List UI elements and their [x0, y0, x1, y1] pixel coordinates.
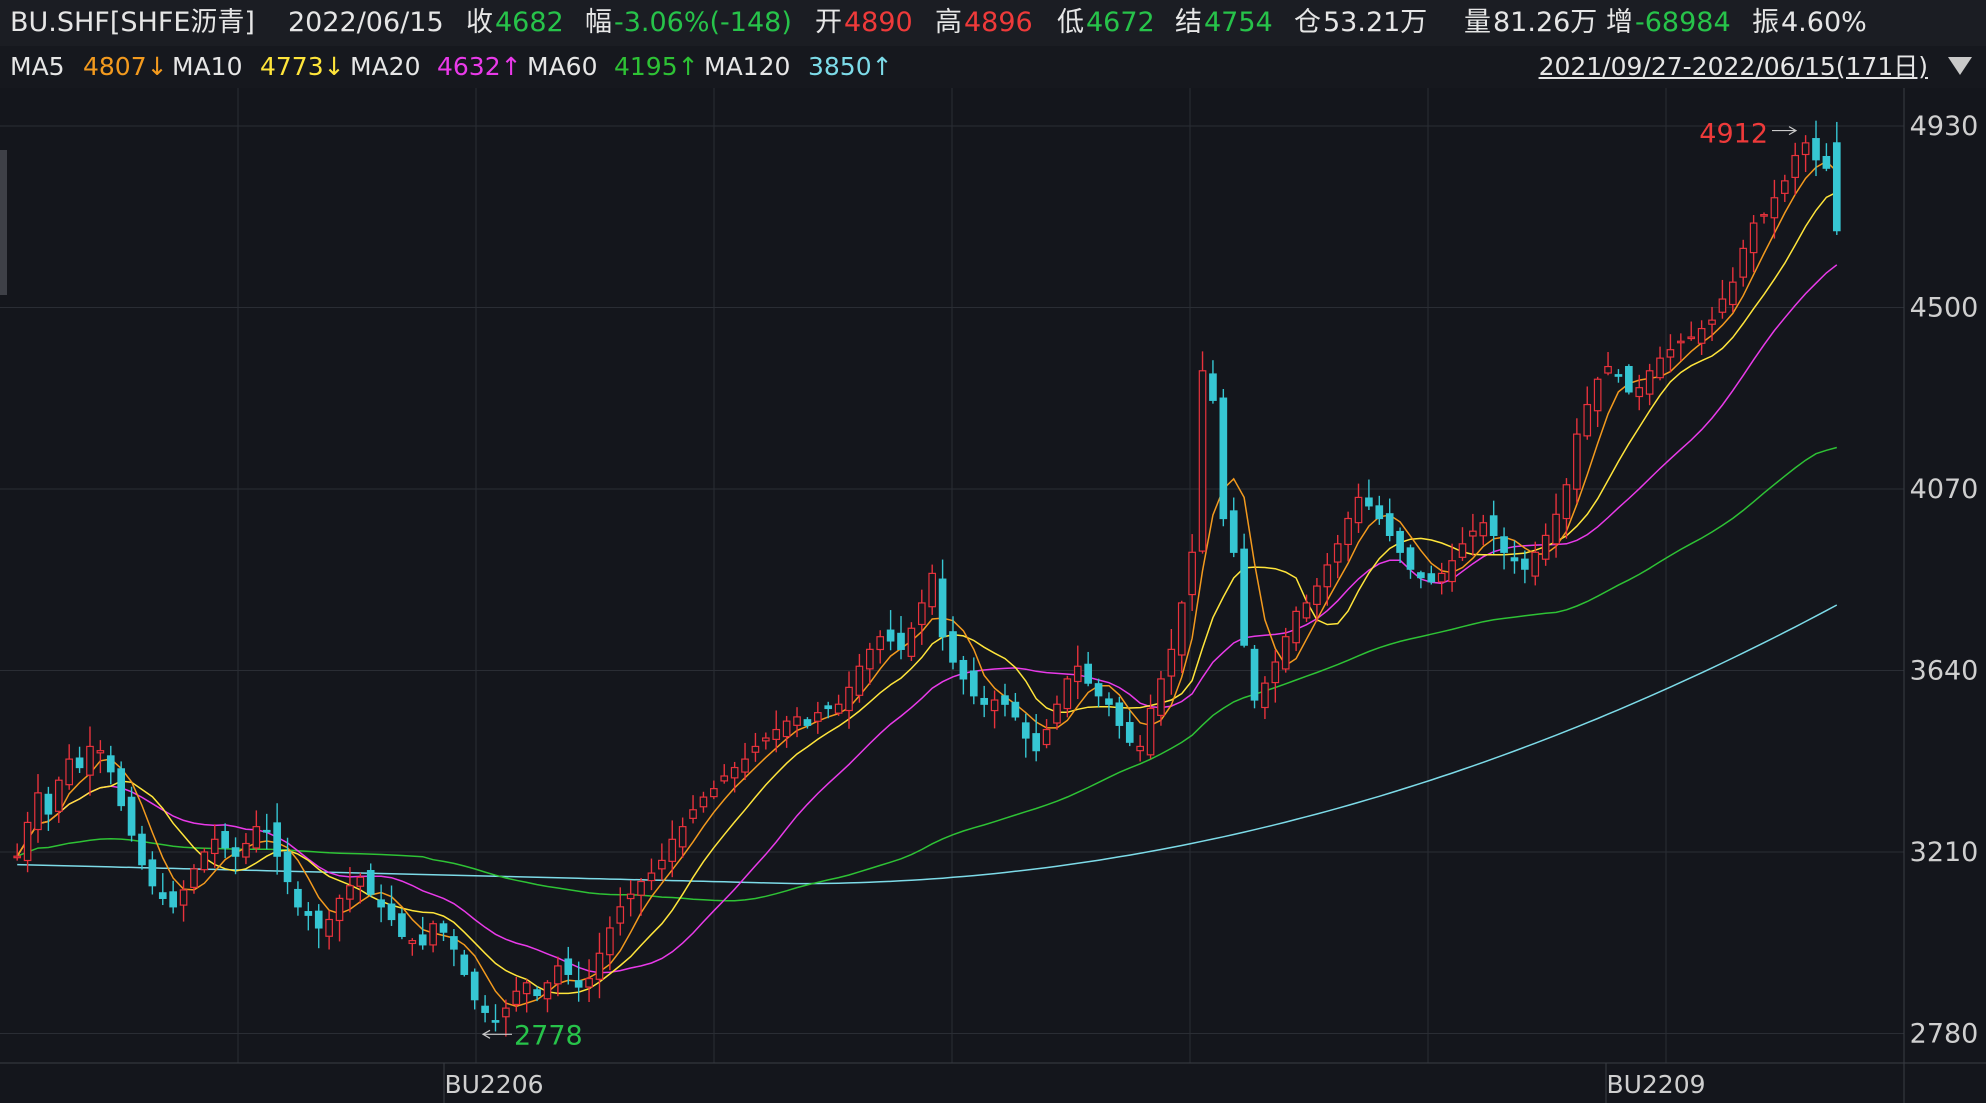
ma20-value: 4632↑ — [437, 52, 522, 81]
quote-date: 2022/06/15 — [288, 7, 444, 38]
position-label: 仓 — [1294, 7, 1321, 38]
ma120-label: MA120 — [704, 52, 791, 81]
ma5-label: MA5 — [10, 52, 65, 81]
increase-label: 增 — [1606, 7, 1633, 38]
ma5-value: 4807↓ — [83, 52, 168, 81]
ma60-value: 4195↑ — [614, 52, 699, 81]
price-tick-label: 3640 — [1910, 655, 1979, 686]
candle — [1219, 388, 1228, 527]
ma60-label: MA60 — [527, 52, 598, 81]
ma10-value: 4773↓ — [260, 52, 345, 81]
contract-label: BU2209 — [1606, 1070, 1705, 1099]
candle — [1240, 533, 1248, 648]
ma20-label: MA20 — [350, 52, 421, 81]
moving-average-bar: MA5 4807↓ MA10 4773↓ MA20 4632↑ MA60 419… — [0, 46, 1986, 89]
volume-label: 量 — [1464, 7, 1491, 38]
contract-label: BU2206 — [444, 1070, 543, 1099]
settle-label: 结 — [1175, 7, 1202, 38]
date-range-link[interactable]: 2021/09/27-2022/06/15(171日) — [1539, 46, 1928, 88]
amplitude-label: 振 — [1752, 7, 1779, 38]
increase-value: -68984 — [1635, 7, 1731, 38]
scroll-thumb[interactable] — [0, 150, 7, 295]
price-tick-label: 2780 — [1910, 1018, 1979, 1049]
candle — [907, 622, 916, 662]
candlestick-chart[interactable]: 4912 2778 4930 4500 4070 3640 3210 2780 BU2206… — [0, 88, 1986, 1103]
min-price-annotation: 2778 — [514, 1020, 583, 1051]
low-value: 4672 — [1086, 7, 1155, 38]
candle — [1198, 351, 1207, 554]
amplitude-value: 4.60% — [1781, 7, 1867, 38]
ma120-value: 3850↑ — [808, 52, 893, 81]
price-tick-label: 4500 — [1910, 292, 1979, 323]
candle — [117, 761, 125, 811]
candle — [1250, 645, 1259, 709]
high-value: 4896 — [964, 7, 1033, 38]
price-tick-label: 4930 — [1910, 111, 1979, 142]
open-label: 开 — [815, 7, 842, 38]
candle — [200, 848, 209, 873]
symbol-title[interactable]: BU.SHF[SHFE沥青] — [10, 0, 255, 46]
position-value: 53.21万 — [1323, 7, 1428, 38]
close-label: 收 — [466, 7, 493, 38]
low-label: 低 — [1057, 7, 1084, 38]
price-tick-label: 3210 — [1910, 837, 1979, 868]
ma10-label: MA10 — [172, 52, 243, 81]
change-value: -3.06%(-148) — [614, 7, 792, 38]
settle-value: 4754 — [1204, 7, 1273, 38]
high-label: 高 — [935, 7, 962, 38]
candle — [1625, 364, 1633, 395]
dropdown-arrow-icon[interactable] — [1948, 57, 1972, 75]
open-value: 4890 — [844, 7, 913, 38]
volume-value: 81.26万 — [1493, 7, 1598, 38]
change-label: 幅 — [585, 7, 612, 38]
close-value: 4682 — [495, 7, 564, 38]
price-tick-label: 4070 — [1910, 474, 1979, 505]
quote-header-bar: BU.SHF[SHFE沥青] 2022/06/15 收 4682 幅 -3.06… — [0, 0, 1986, 47]
max-price-annotation: 4912 — [1699, 119, 1768, 150]
